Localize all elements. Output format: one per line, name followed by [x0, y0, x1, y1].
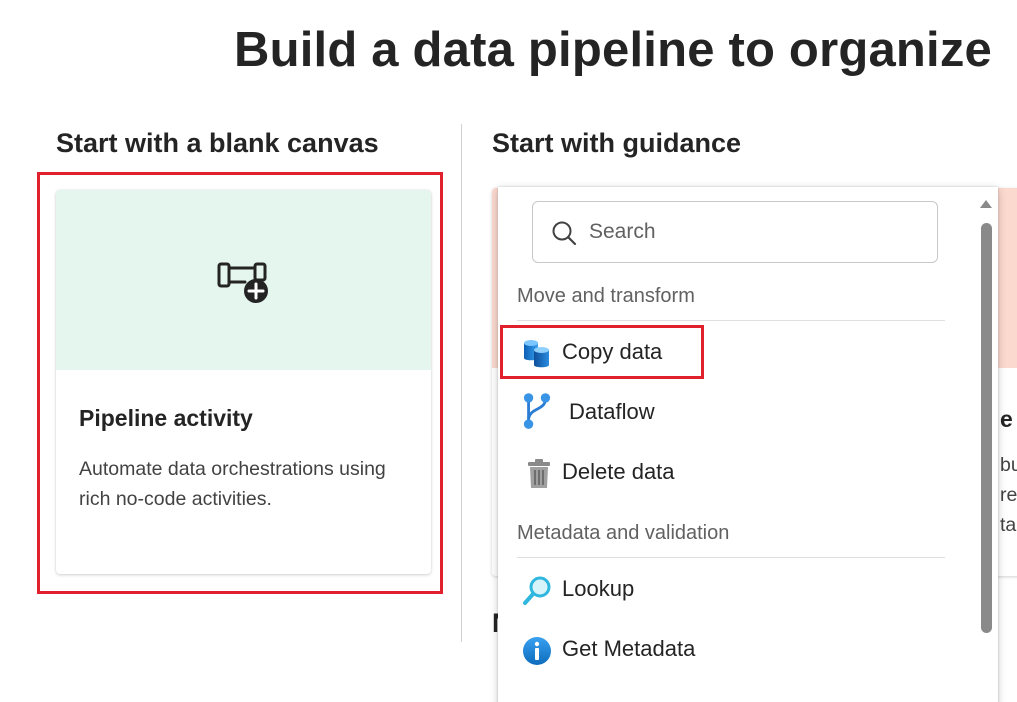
menu-item-label: Get Metadata: [562, 636, 696, 661]
scroll-up-arrow-icon[interactable]: [980, 200, 992, 208]
guidance-card-text-fragment: re: [1000, 484, 1017, 506]
group-divider: [517, 320, 945, 321]
group-label-metadata-validation: Metadata and validation: [517, 522, 730, 544]
info-icon: [523, 637, 551, 665]
lookup-icon: [523, 576, 551, 605]
menu-item-delete-data[interactable]: Delete data: [498, 447, 968, 499]
page: Build a data pipeline to organize Start …: [0, 0, 1017, 702]
menu-item-label: Dataflow: [569, 399, 655, 424]
guidance-card-text-fragment: ta: [1000, 514, 1017, 536]
pipeline-card-highlight: [37, 172, 443, 594]
search-icon: [552, 221, 577, 246]
search-input[interactable]: [587, 214, 921, 250]
menu-item-get-metadata[interactable]: Get Metadata: [498, 624, 968, 676]
group-divider: [517, 557, 945, 558]
activity-dropdown: Move and transform: [498, 187, 998, 702]
section-divider: [461, 124, 462, 642]
menu-item-dataflow[interactable]: Dataflow: [498, 387, 968, 439]
menu-item-label: Delete data: [562, 459, 675, 484]
guidance-card-title-fragment: e: [1000, 406, 1013, 432]
menu-item-label: Lookup: [562, 576, 635, 601]
dataflow-icon: [523, 393, 551, 429]
scrollbar-thumb[interactable]: [981, 223, 992, 633]
copy-data-highlight: [500, 325, 704, 379]
page-title: Build a data pipeline to organize: [234, 23, 993, 77]
menu-item-lookup[interactable]: Lookup: [498, 564, 968, 616]
group-label-move-transform: Move and transform: [517, 285, 695, 307]
guidance-card-text-fragment: bu: [1000, 454, 1017, 476]
search-box[interactable]: [532, 201, 938, 263]
trash-icon: [528, 459, 550, 488]
guidance-heading: Start with guidance: [492, 128, 742, 158]
blank-canvas-heading: Start with a blank canvas: [56, 128, 379, 158]
